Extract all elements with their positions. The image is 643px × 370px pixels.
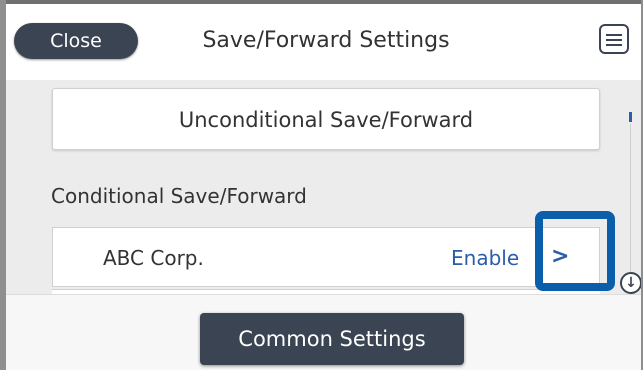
page-title: Save/Forward Settings bbox=[202, 28, 450, 53]
highlight-box bbox=[535, 211, 615, 291]
header-bar: Close Save/Forward Settings bbox=[6, 0, 641, 80]
list-item-name: ABC Corp. bbox=[103, 246, 204, 270]
printer-panel-screen: Close Save/Forward Settings Unconditiona… bbox=[0, 0, 643, 370]
unconditional-save-forward-button[interactable]: Unconditional Save/Forward bbox=[52, 88, 600, 150]
close-button[interactable]: Close bbox=[14, 23, 138, 59]
scroll-down-icon[interactable]: ↓ bbox=[620, 272, 641, 294]
list-item-abc-corp[interactable]: ABC Corp. Enable > bbox=[52, 227, 600, 287]
common-settings-button[interactable]: Common Settings bbox=[200, 313, 464, 365]
scrollbar-track[interactable] bbox=[630, 124, 631, 272]
menu-line bbox=[606, 44, 622, 46]
list-menu-icon[interactable] bbox=[599, 24, 629, 54]
menu-line bbox=[606, 34, 622, 36]
footer-bar: Common Settings bbox=[6, 294, 641, 370]
list-item-status: Enable bbox=[451, 246, 520, 270]
conditional-section-label: Conditional Save/Forward bbox=[51, 184, 307, 208]
scrollbar-thumb[interactable] bbox=[629, 112, 632, 122]
menu-line bbox=[606, 39, 622, 41]
